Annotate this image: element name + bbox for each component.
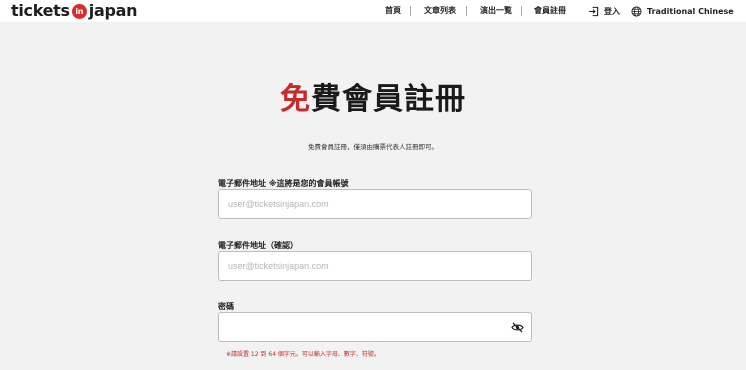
site-logo[interactable]: tickets in japan (11, 0, 138, 20)
top-header: tickets in japan 首頁 文章列表 演出一覧 會員註冊 登入 Tr… (0, 0, 746, 22)
password-label: 密碼 (218, 302, 234, 311)
globe-icon (631, 5, 642, 17)
logo-in-badge: in (71, 3, 87, 19)
logo-text-japan: japan (88, 0, 138, 20)
logo-text-tickets: tickets (11, 0, 70, 20)
login-icon (588, 6, 599, 16)
email-label: 電子郵件地址 ※這將是您的會員帳號 (218, 179, 349, 188)
page-subtitle: 免費會員註冊，僅須由購票代表人註冊即可。 (308, 143, 438, 151)
email-confirm-field[interactable] (218, 251, 532, 281)
eye-slash-icon (510, 321, 524, 333)
password-hint: ※請設置 12 到 64 個字元。可以輸入字母、數字、符號。 (226, 351, 380, 358)
email-field[interactable] (218, 189, 532, 219)
login-button[interactable]: 登入 (588, 0, 620, 22)
nav-performances-link[interactable]: 演出一覧 (480, 0, 512, 22)
nav-divider (521, 6, 522, 16)
language-label: Traditional Chinese (647, 6, 734, 16)
page-title-rest: 費會員註冊 (311, 82, 466, 117)
login-label: 登入 (604, 6, 620, 16)
nav-articles-link[interactable]: 文章列表 (424, 0, 456, 22)
password-field[interactable] (218, 312, 532, 342)
email-confirm-label: 電子郵件地址（確認） (218, 241, 298, 250)
language-selector[interactable]: Traditional Chinese (631, 0, 734, 22)
nav-home-link[interactable]: 首頁 (385, 0, 401, 22)
nav-divider (410, 6, 411, 16)
page-title: 免費會員註冊 (0, 74, 746, 118)
nav-register-link[interactable]: 會員註冊 (534, 0, 566, 22)
nav-divider (466, 6, 467, 16)
toggle-password-visibility-button[interactable] (510, 320, 524, 334)
page-title-accent: 免 (280, 82, 311, 117)
